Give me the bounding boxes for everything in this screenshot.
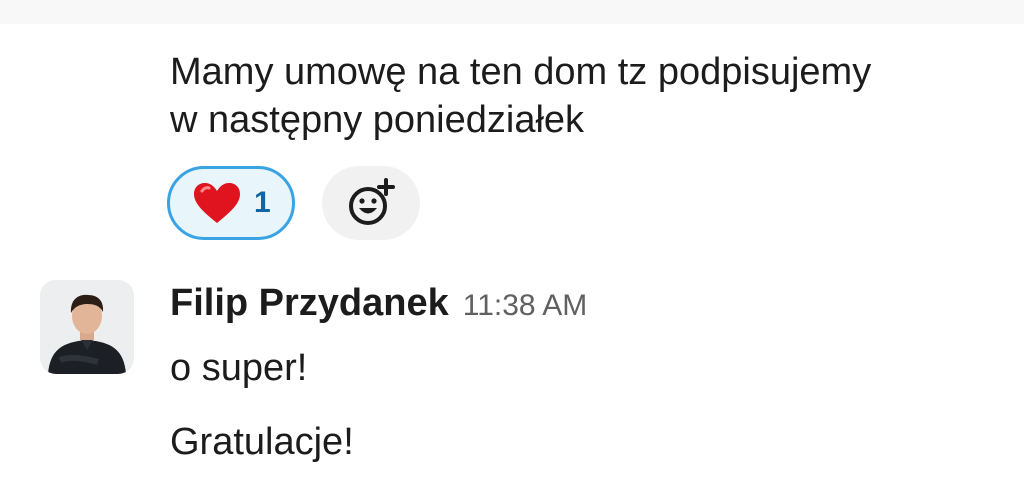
add-reaction-button[interactable]: [322, 166, 420, 240]
message-header: Filip Przydanek 11:38 AM: [170, 282, 587, 325]
add-emoji-icon: [349, 178, 395, 225]
chat-view: Mamy umowę na ten dom tz podpisujemy w n…: [0, 0, 1024, 500]
heart-icon: [194, 183, 240, 223]
message-line-1: o super!: [170, 347, 308, 389]
message-timestamp[interactable]: 11:38 AM: [463, 289, 588, 323]
reaction-count: 1: [254, 186, 271, 219]
sender-name[interactable]: Filip Przydanek: [170, 282, 449, 325]
user-photo-icon: [40, 280, 134, 374]
avatar[interactable]: [40, 280, 134, 374]
previous-message-line-1: Mamy umowę na ten dom tz podpisujemy: [170, 51, 872, 93]
header-divider: [0, 0, 1024, 24]
message-line-2: Gratulacje!: [170, 421, 354, 463]
previous-message-line-2: w następny poniedziałek: [170, 99, 585, 141]
heart-reaction-button[interactable]: 1: [167, 166, 295, 240]
